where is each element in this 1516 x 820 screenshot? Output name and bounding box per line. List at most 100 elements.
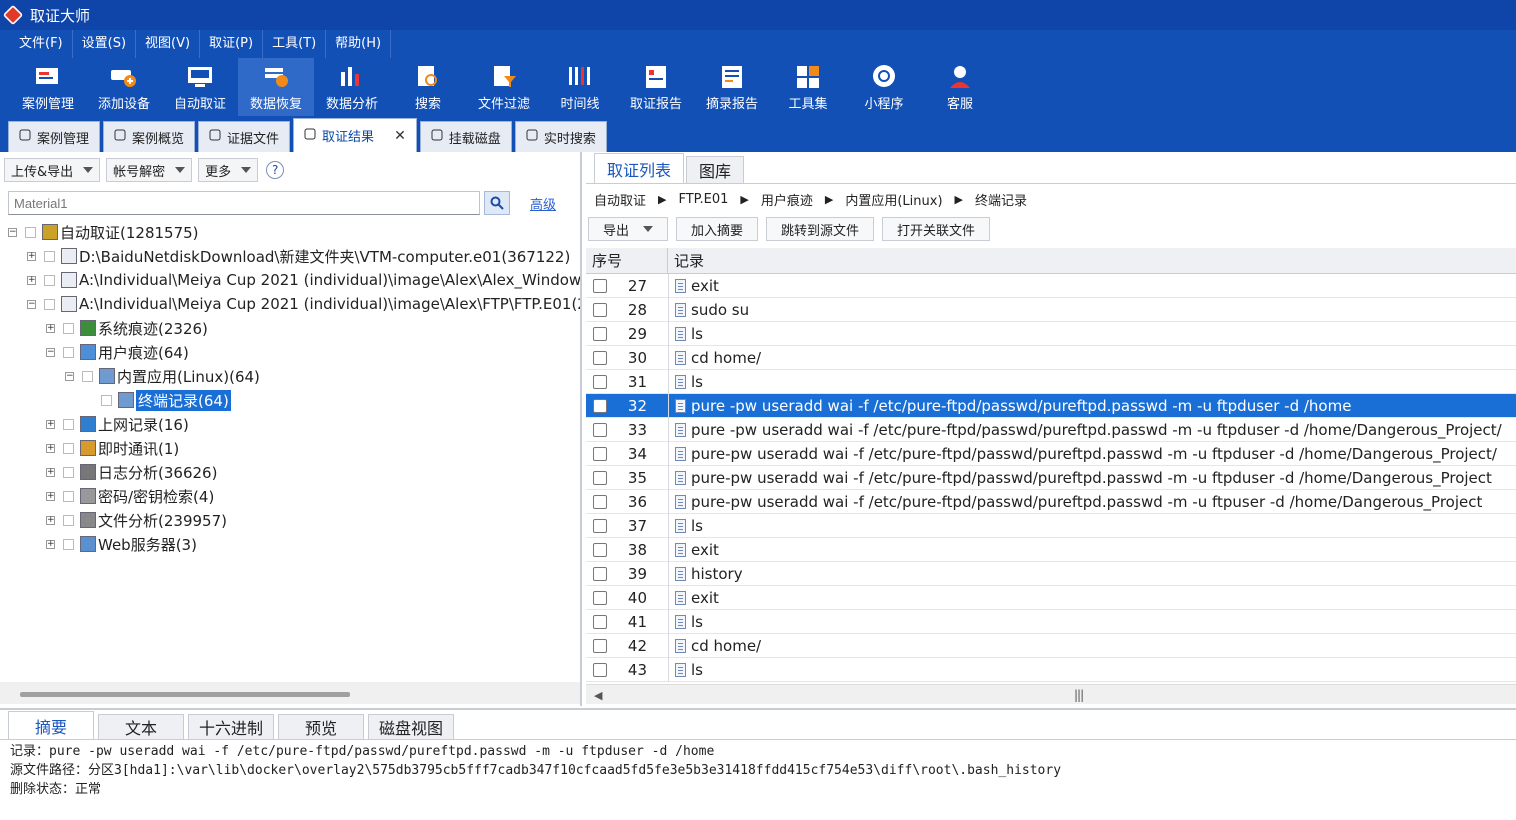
toolbar-button-7[interactable]: 时间线 [542,58,618,116]
tree-node[interactable]: + 上网记录(16) [46,412,189,436]
detail-tab-4[interactable]: 磁盘视图 [368,714,454,739]
tree-checkbox[interactable] [44,250,55,262]
toolbar-button-1[interactable]: 添加设备 [86,58,162,116]
menu-item-1[interactable]: 设置(S) [73,30,137,58]
row-checkbox[interactable] [593,374,607,389]
row-checkbox[interactable] [593,326,607,341]
results-tab-0[interactable]: 取证列表 [594,153,685,183]
row-checkbox[interactable] [593,566,607,581]
tree-node[interactable]: + 系统痕迹(2326) [46,316,208,340]
toolbar-button-6[interactable]: 文件过滤 [466,58,542,116]
scroll-grip-icon[interactable]: ||| [1074,688,1084,702]
row-checkbox[interactable] [593,398,607,413]
table-row[interactable]: 36 pure-pw useradd wai -f /etc/pure-ftpd/… [586,489,1516,514]
table-row[interactable]: 29 ls [586,321,1516,346]
tree-checkbox[interactable] [63,466,74,478]
column-header-num[interactable]: 序号 [586,247,668,274]
toolbar-button-3[interactable]: 数据恢复 [238,58,314,116]
help-icon[interactable]: ? [266,161,285,179]
menu-item-5[interactable]: 帮助(H) [326,30,392,58]
table-row[interactable]: 35 pure-pw useradd wai -f /etc/pure-ftpd/… [586,465,1516,490]
main-tab-5[interactable]: 实时搜索 [514,121,607,152]
toolbar-button-8[interactable]: 取证报告 [618,58,694,116]
row-checkbox[interactable] [593,542,607,557]
row-checkbox[interactable] [593,614,607,629]
table-row[interactable]: 32 pure -pw useradd wai -f /etc/pure-ftpd… [586,393,1516,418]
main-tab-4[interactable]: 挂载磁盘 [419,121,512,152]
tree-checkbox[interactable] [63,442,74,454]
table-row[interactable]: 27 exit [586,274,1516,298]
tree-node[interactable]: + 日志分析(36626) [46,460,217,484]
detail-tab-1[interactable]: 文本 [98,714,184,739]
tree-node[interactable]: + D:\BaiduNetdiskDownload\新建文件夹\VTM-compu… [27,244,570,268]
expand-icon[interactable]: + [46,323,55,333]
menu-item-4[interactable]: 工具(T) [263,30,327,58]
row-checkbox[interactable] [593,302,607,317]
tree-node[interactable]: + Web服务器(3) [46,532,197,556]
tree-checkbox[interactable] [63,346,74,358]
table-row[interactable]: 42 cd home/ [586,633,1516,658]
table-row[interactable]: 34 pure-pw useradd wai -f /etc/pure-ftpd/… [586,441,1516,466]
tree-checkbox[interactable] [63,490,74,502]
collapse-icon[interactable]: − [46,347,55,357]
toolbar-button-5[interactable]: 搜索 [390,58,466,116]
row-checkbox[interactable] [593,278,607,293]
table-row[interactable]: 28 sudo su [586,297,1516,322]
expand-icon[interactable]: + [46,539,55,549]
tree-search-input[interactable] [8,191,480,215]
toolbar-button-4[interactable]: 数据分析 [314,58,390,116]
advanced-search-link[interactable]: 高级 [530,194,556,213]
upload-export-dropdown[interactable]: 上传&导出 [4,158,101,182]
expand-icon[interactable]: + [46,491,55,501]
collapse-icon[interactable]: − [8,227,17,237]
tree-checkbox[interactable] [44,298,55,310]
menu-item-2[interactable]: 视图(V) [136,30,201,58]
tree-horizontal-scrollbar[interactable] [0,682,580,704]
add-excerpt-button[interactable]: 加入摘要 [676,217,759,241]
tree-checkbox[interactable] [25,226,36,238]
open-related-file-button[interactable]: 打开关联文件 [882,217,991,241]
account-decrypt-dropdown[interactable]: 帐号解密 [106,158,193,182]
breadcrumb-item[interactable]: 自动取证 [594,190,646,209]
detail-tab-0[interactable]: 摘要 [8,711,94,739]
jump-to-source-button[interactable]: 跳转到源文件 [766,217,875,241]
expand-icon[interactable]: + [27,251,36,261]
expand-icon[interactable]: + [46,515,55,525]
menu-item-0[interactable]: 文件(F) [10,30,73,58]
tree-checkbox[interactable] [63,538,74,550]
toolbar-button-9[interactable]: 摘录报告 [694,58,770,116]
toolbar-button-10[interactable]: 工具集 [770,58,846,116]
more-dropdown[interactable]: 更多 [198,158,259,182]
row-checkbox[interactable] [593,590,607,605]
main-tab-0[interactable]: 案例管理 [8,121,101,152]
row-checkbox[interactable] [593,470,607,485]
row-checkbox[interactable] [593,446,607,461]
toolbar-button-12[interactable]: 客服 [922,58,998,116]
detail-tab-2[interactable]: 十六进制 [188,714,274,739]
tree-node[interactable]: − 自动取证(1281575) [8,222,199,244]
table-row[interactable]: 37 ls [586,513,1516,538]
scroll-left-icon[interactable]: ◀ [594,689,602,702]
expand-icon[interactable]: + [46,467,55,477]
tree-node[interactable]: + 文件分析(239957) [46,508,227,532]
menu-item-3[interactable]: 取证(P) [200,30,264,58]
search-button[interactable] [484,191,510,215]
table-row[interactable]: 39 history [586,561,1516,586]
row-checkbox[interactable] [593,494,607,509]
export-dropdown[interactable]: 导出 [588,217,669,241]
results-tab-1[interactable]: 图库 [686,156,745,183]
tree-node[interactable]: 终端记录(64) [84,388,231,412]
expand-icon[interactable]: + [27,275,36,285]
collapse-icon[interactable]: − [65,371,74,381]
detail-tab-3[interactable]: 预览 [278,714,364,739]
table-row[interactable]: 33 pure -pw useradd wai -f /etc/pure-ftpd… [586,417,1516,442]
tree-checkbox[interactable] [82,370,93,382]
table-row[interactable]: 30 cd home/ [586,345,1516,370]
main-tab-2[interactable]: 证据文件 [198,121,291,152]
tree-node[interactable]: − A:\Individual\Meiya Cup 2021 (individua… [27,292,580,316]
table-row[interactable]: 31 ls [586,369,1516,394]
tree-checkbox[interactable] [63,322,74,334]
tree-checkbox[interactable] [44,274,55,286]
toolbar-button-2[interactable]: 自动取证 [162,58,238,116]
breadcrumb-item[interactable]: 内置应用(Linux) [845,190,942,209]
